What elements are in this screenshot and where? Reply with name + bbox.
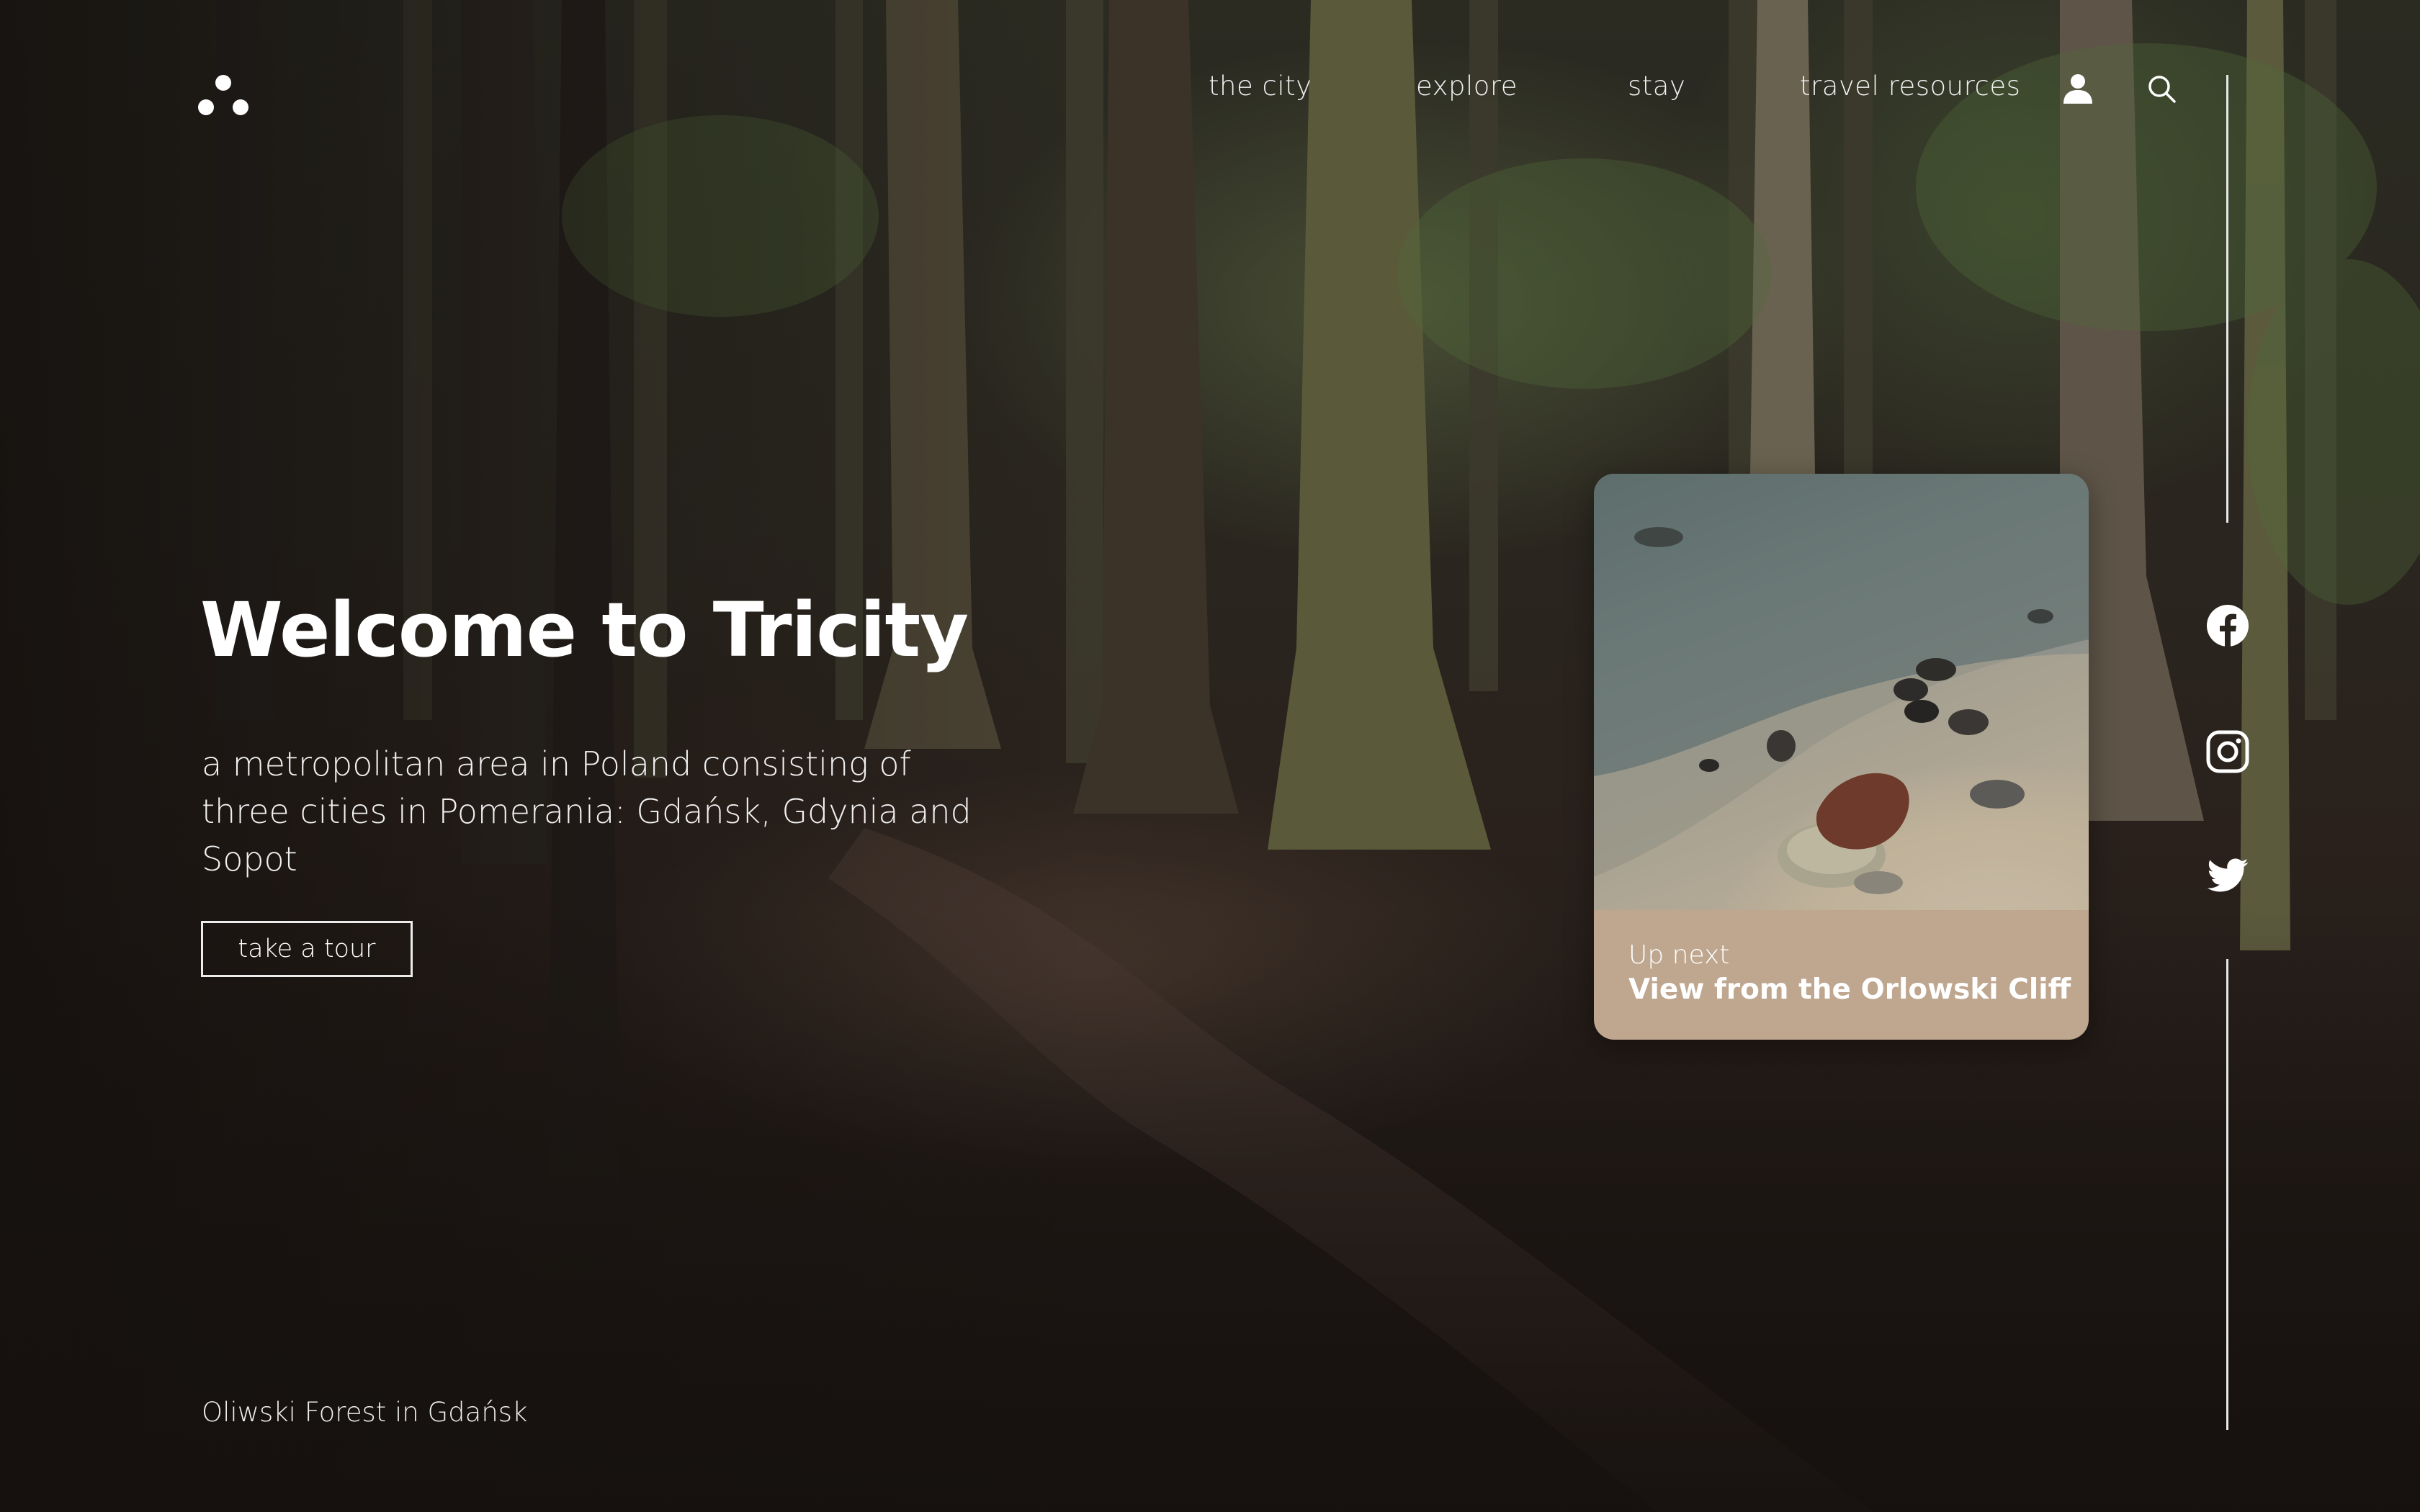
nav-item-explore[interactable]: explore: [1416, 71, 1518, 102]
take-a-tour-button[interactable]: take a tour: [201, 921, 413, 977]
location-caption: Oliwski Forest in Gdańsk: [202, 1397, 528, 1428]
instagram-icon[interactable]: [2205, 729, 2250, 774]
search-icon[interactable]: [2146, 73, 2177, 104]
hero-subtitle: a metropolitan area in Poland consisting…: [202, 744, 972, 878]
up-next-card[interactable]: Up next View from the Orlowski Cliff: [1594, 474, 2089, 1040]
logo[interactable]: [196, 72, 251, 120]
nav-item-stay[interactable]: stay: [1628, 71, 1685, 102]
facebook-icon[interactable]: [2205, 603, 2250, 648]
page: the city explore stay travel resources W…: [0, 0, 2420, 1512]
nav-item-travel-resources[interactable]: travel resources: [1800, 71, 2020, 102]
divider-line: [2226, 959, 2228, 1430]
user-icon[interactable]: [2061, 72, 2094, 105]
up-next-label: Up next: [1628, 940, 1730, 970]
page-title: Welcome to Tricity: [200, 586, 969, 674]
nav-item-the-city[interactable]: the city: [1209, 71, 1312, 102]
twitter-icon[interactable]: [2205, 854, 2250, 899]
up-next-title: View from the Orlowski Cliff: [1628, 973, 2071, 1006]
up-next-image: [1594, 474, 2089, 910]
divider-line: [2226, 75, 2228, 523]
